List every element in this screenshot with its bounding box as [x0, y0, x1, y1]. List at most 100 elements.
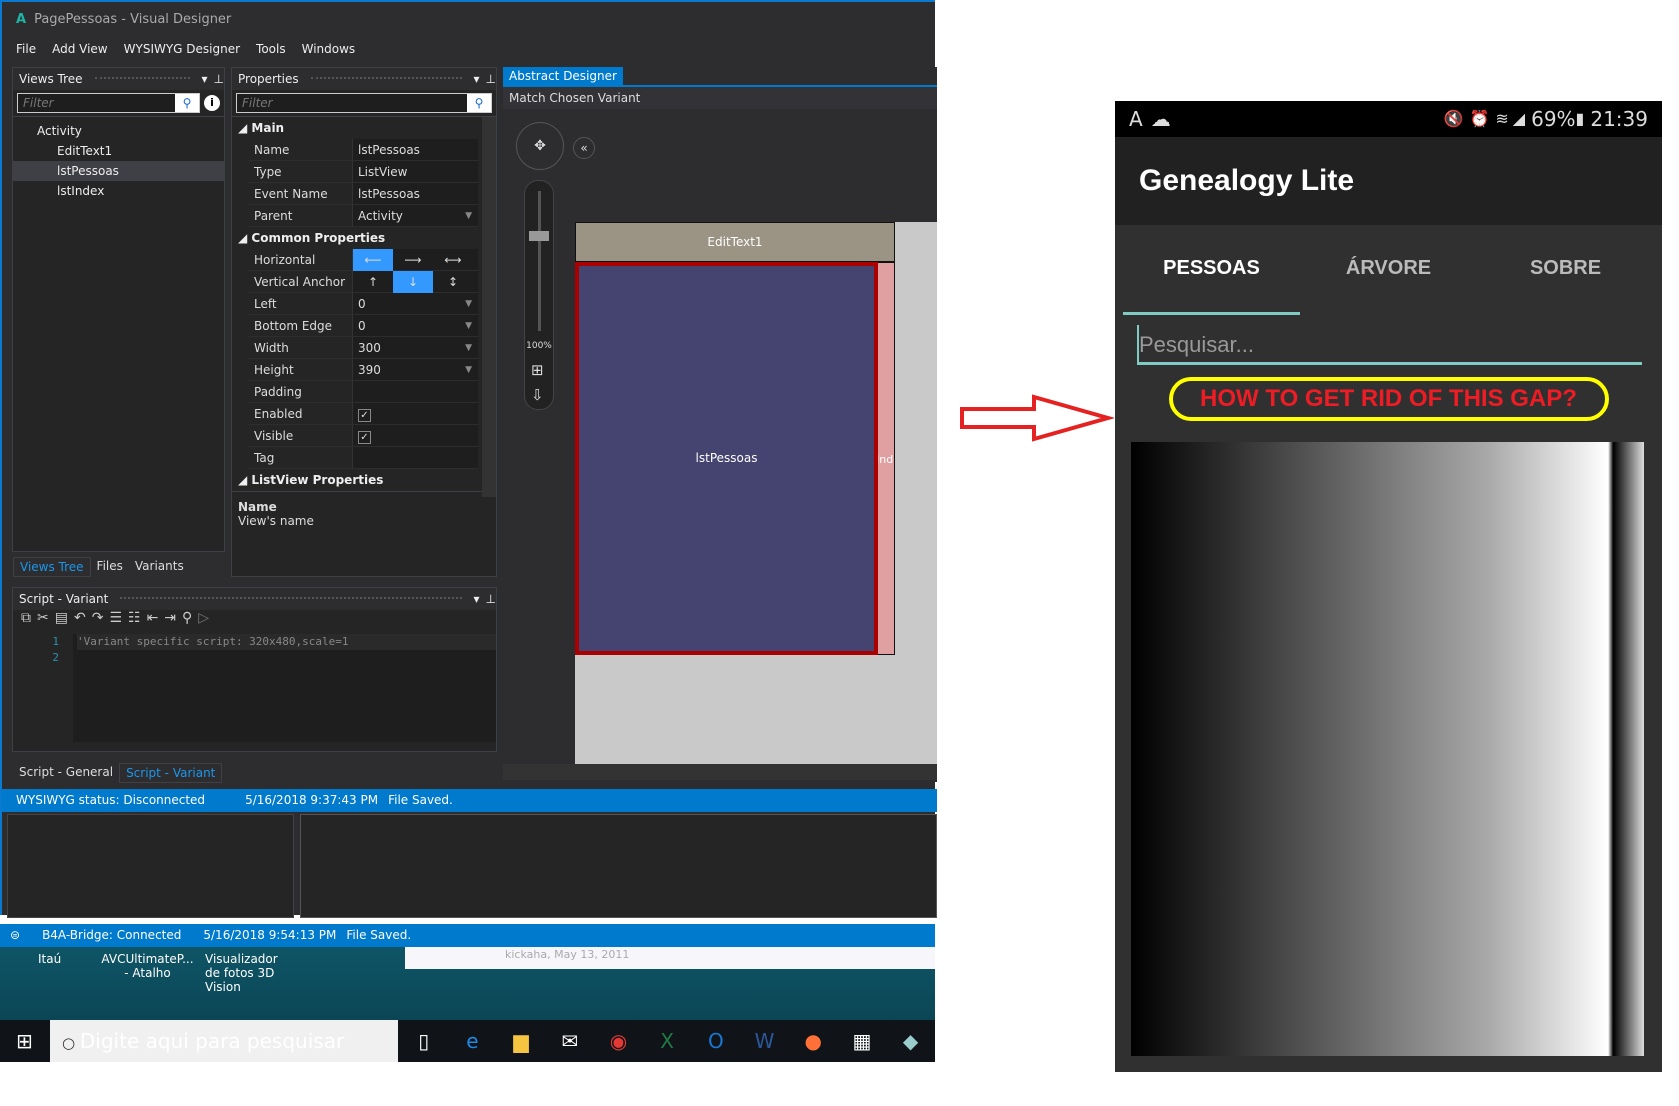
line-number: 1	[52, 635, 59, 648]
tab-pessoas[interactable]: PESSOAS	[1123, 225, 1300, 315]
gap-annotation: HOW TO GET RID OF THIS GAP?	[1168, 377, 1609, 421]
zoom-slider[interactable]: 100% ⊞ ⇩	[524, 180, 554, 410]
desktop-icon-3dvision[interactable]: Visualizador de fotos 3D Vision	[205, 952, 295, 994]
fit-icon[interactable]: ⊞	[531, 361, 544, 379]
desktop-icon-avc[interactable]: AVCUltimateP... - Atalho	[100, 952, 195, 980]
tab-variants[interactable]: Variants	[129, 557, 190, 577]
dropdown-icon[interactable]: ▾	[202, 68, 208, 90]
undo-icon[interactable]: ↶	[74, 610, 92, 626]
app-icon[interactable]: ◆	[888, 1029, 934, 1053]
menu-file[interactable]: File	[16, 42, 36, 56]
prop-bottom-edge: Bottom Edge Dis...0▼	[248, 315, 478, 355]
search-icon[interactable]: ⚲	[467, 94, 491, 112]
pin-icon[interactable]: ⊥	[214, 68, 224, 90]
calculator-icon[interactable]: ▦	[839, 1029, 885, 1053]
designer-hscrollbar[interactable]	[503, 764, 937, 780]
tree-item-activity[interactable]: Activity	[13, 121, 224, 141]
copy-icon[interactable]: ⧉	[21, 610, 37, 626]
redo-icon[interactable]: ↷	[92, 610, 110, 626]
windows-start-icon[interactable]: ⊞	[1, 1029, 47, 1053]
menu-windows[interactable]: Windows	[302, 42, 356, 56]
indent-icon[interactable]: ⇥	[164, 610, 182, 626]
tab-abstract-designer[interactable]: Abstract Designer	[503, 67, 623, 85]
paste-icon[interactable]: ▤	[55, 610, 74, 626]
views-filter-input[interactable]: Filter ⚲	[17, 93, 200, 113]
anchor-bottom-icon[interactable]: ↓	[393, 271, 433, 293]
pin-icon[interactable]: ⊥	[486, 588, 496, 610]
line-number: 2	[52, 651, 59, 664]
properties-scrollbar[interactable]	[482, 117, 496, 497]
lstindex-view[interactable]: Ind	[875, 262, 895, 655]
comment-icon[interactable]: ☰	[109, 610, 128, 626]
views-tree-panel: Views Tree ▾ ⊥ Filter ⚲ i Activity EditText…	[12, 67, 225, 552]
word-icon[interactable]: W	[742, 1029, 788, 1053]
run-icon[interactable]: ▷	[198, 610, 215, 626]
tab-script-general[interactable]: Script - General	[13, 763, 119, 783]
category-common[interactable]: ◢ Common Properties	[232, 227, 478, 249]
dropdown-icon: ▼	[465, 211, 472, 221]
desktop: Itaú AVCUltimateP... - Atalho Visualizad…	[0, 947, 935, 1020]
properties-filter-input[interactable]: Filter ⚲	[236, 93, 492, 113]
category-main[interactable]: ◢ Main	[232, 117, 478, 139]
cut-icon[interactable]: ✂	[37, 610, 55, 626]
search-input[interactable]: Pesquisar...	[1137, 325, 1642, 365]
tab-files[interactable]: Files	[91, 557, 129, 577]
help-text: View's name	[238, 514, 314, 528]
outdent-icon[interactable]: ⇤	[147, 610, 165, 626]
tree-item-lstpessoas[interactable]: lstPessoas	[13, 161, 224, 181]
anchor-right-icon[interactable]: ⟶	[393, 249, 433, 271]
script-panel: Script - Variant ▾ ⊥ ⧉✂▤↶↷☰☷⇤⇥⚲▷ 1 2 'Varia…	[12, 587, 497, 752]
category-listview[interactable]: ◢ ListView Properties	[232, 469, 478, 491]
excel-icon[interactable]: X	[644, 1029, 690, 1053]
help-title: Name	[238, 500, 277, 514]
lstpessoas-view[interactable]: lstPessoas	[575, 262, 878, 655]
tab-arvore[interactable]: ÁRVORE	[1300, 225, 1477, 315]
tab-script-variant[interactable]: Script - Variant	[119, 763, 223, 783]
menu-bar: File Add View WYSIWYG Designer Tools Win…	[16, 42, 355, 56]
dropdown-icon[interactable]: ▾	[474, 68, 480, 90]
anchor-both-v-icon[interactable]: ↕	[433, 271, 473, 293]
pin-icon[interactable]: ⊥	[486, 68, 496, 90]
enabled-checkbox[interactable]: ✓	[358, 409, 371, 422]
variant-label[interactable]: Match Chosen Variant	[503, 85, 937, 109]
visible-checkbox[interactable]: ✓	[358, 431, 371, 444]
prop-tag: Tag	[248, 447, 478, 469]
code-editor[interactable]: 'Variant specific script: 320x480,scale=…	[73, 634, 496, 742]
tab-sobre[interactable]: SOBRE	[1477, 225, 1654, 315]
anchor-both-h-icon[interactable]: ⟷	[433, 249, 473, 271]
zoom-handle[interactable]	[529, 231, 549, 241]
task-view-icon[interactable]: ▯	[401, 1029, 447, 1053]
anchor-top-icon[interactable]: ↑	[353, 271, 393, 293]
edge-icon[interactable]: e	[449, 1029, 495, 1053]
menu-add-view[interactable]: Add View	[52, 42, 108, 56]
anchor-left-icon[interactable]: ⟵	[353, 249, 393, 271]
mail-icon[interactable]: ✉	[547, 1029, 593, 1053]
menu-tools[interactable]: Tools	[256, 42, 286, 56]
microphone-icon: 🎙	[348, 1073, 374, 1097]
collapse-icon[interactable]: «	[573, 137, 595, 159]
abstract-designer: Abstract Designer Match Chosen Variant ✥…	[503, 67, 937, 782]
desktop-icon-itau[interactable]: Itaú	[38, 952, 61, 966]
tree-item-lstindex[interactable]: lstIndex	[13, 181, 224, 201]
panel-title: Properties	[238, 72, 299, 86]
file-explorer-icon[interactable]: ▆	[498, 1029, 544, 1053]
uncomment-icon[interactable]: ☷	[128, 610, 147, 626]
chrome-icon[interactable]: ◉	[595, 1029, 641, 1053]
search-icon[interactable]: ⚲	[175, 94, 199, 112]
dropdown-icon[interactable]: ▾	[474, 588, 480, 610]
export-icon[interactable]: ⇩	[531, 386, 544, 404]
tree-item-edittext1[interactable]: EditText1	[13, 141, 224, 161]
menu-wysiwyg[interactable]: WYSIWYG Designer	[124, 42, 240, 56]
find-icon[interactable]: ⚲	[182, 610, 198, 626]
prop-event-name: Event Name lstPessoas	[248, 183, 478, 205]
edittext1-view[interactable]: EditText1	[575, 222, 895, 262]
firefox-icon[interactable]: ●	[790, 1029, 836, 1053]
pan-control[interactable]: ✥	[516, 122, 564, 170]
listview-gradient[interactable]	[1131, 442, 1644, 1056]
tab-views-tree[interactable]: Views Tree	[13, 557, 91, 577]
taskbar-search[interactable]: ○ Digite aqui para pesquisar 🎙	[50, 1020, 399, 1097]
battery-level: 69%	[1531, 107, 1576, 131]
info-icon[interactable]: i	[204, 95, 220, 111]
outlook-icon[interactable]: O	[693, 1029, 739, 1053]
title-text: PagePessoas - Visual Designer	[34, 12, 232, 27]
